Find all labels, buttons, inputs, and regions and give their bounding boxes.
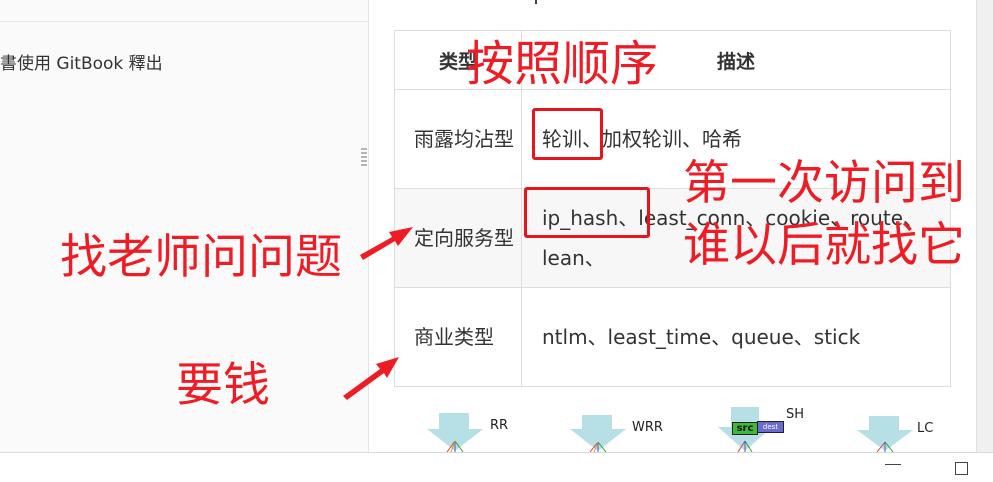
rr-arrow-icon	[427, 413, 483, 452]
arrow-icon	[343, 227, 413, 400]
rr-label: RR	[490, 418, 509, 433]
lc-label: LC	[917, 421, 934, 436]
arrow-icon	[343, 357, 399, 400]
wrr-label: WRR	[632, 420, 663, 435]
sh-label: SH	[786, 407, 805, 422]
lc-arrow-icon	[857, 416, 913, 452]
dest-tag: dest	[757, 421, 784, 433]
wrr-arrow-icon	[570, 415, 626, 452]
arrow-icon	[360, 227, 413, 260]
window-bottom-bar	[0, 452, 993, 482]
minimize-icon[interactable]	[885, 464, 901, 465]
src-tag: src	[732, 422, 758, 435]
maximize-icon[interactable]	[955, 462, 968, 475]
